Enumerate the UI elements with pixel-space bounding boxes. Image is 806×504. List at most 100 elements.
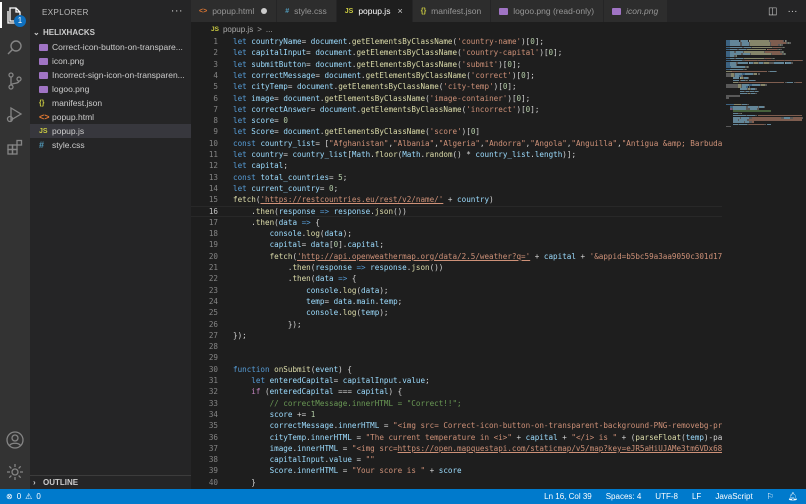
code-line[interactable]: .then(response => response.json()) [233,206,722,217]
tab-label: manifest.json [431,6,482,16]
more-actions-icon[interactable]: ··· [171,5,183,17]
tab-icon-png[interactable]: icon.png [604,0,669,22]
feedback-icon[interactable]: ⚐ [767,492,774,501]
code-line[interactable]: }); [233,319,722,330]
code-token: cityTemp [251,82,288,92]
code-line[interactable]: let correctAnswer= document.getElementsB… [233,104,722,115]
close-icon[interactable]: × [397,6,402,16]
split-editor-icon[interactable]: ◫ [768,6,777,17]
code-line[interactable]: console.log(data); [233,228,722,239]
tab-popup-html[interactable]: <> popup.html [191,0,278,22]
account-icon[interactable] [5,430,25,450]
explorer-header: EXPLORER ··· [30,0,191,24]
end-of-line[interactable]: LF [692,492,701,501]
code-line[interactable] [233,352,722,363]
extensions-icon[interactable] [5,137,25,157]
encoding[interactable]: UTF-8 [655,492,678,501]
tab-label: logoo.png (read-only) [513,6,595,16]
tab-manifest-json[interactable]: {} manifest.json [412,0,492,22]
code-token: correctMessage [251,70,316,80]
unsaved-dot-icon[interactable] [261,8,268,14]
code-line[interactable]: fetch('http://api.openweathermap.org/dat… [233,251,722,262]
code-token: }); [233,330,247,340]
code-token: then [292,274,311,284]
code-line[interactable]: correctMessage.innerHTML = "<img src= Co… [233,420,722,431]
code-line[interactable]: }); [233,330,722,341]
line-number: 17 [208,217,218,227]
outline-section[interactable]: › OUTLINE [30,475,191,489]
file-item[interactable]: {} manifest.json [30,96,191,110]
code-line[interactable]: fetch('https://restcountries.eu/rest/v2/… [233,194,722,205]
code-line[interactable]: .then(response => response.json()) [233,262,722,273]
language-mode[interactable]: JavaScript [715,492,752,501]
line-number: 16 [208,206,218,216]
code-line[interactable]: let capitalInput= document.getElementsBy… [233,47,722,58]
file-item[interactable]: icon.png [30,54,191,68]
folder-helixhacks[interactable]: ⌄ HELIXHACKS [30,24,191,40]
file-item[interactable]: logoo.png [30,82,191,96]
code-line[interactable]: .then(data => { [233,273,722,284]
image-file-icon [39,71,48,79]
code-token: . [233,206,256,216]
code-line[interactable]: function onSubmit(event) { [233,364,722,375]
code-line[interactable]: let submitButton= document.getElementsBy… [233,59,722,70]
code-line[interactable]: const country_list= ["Afghanistan","Alba… [233,138,722,149]
notifications-icon[interactable]: 🔔︎ [788,492,798,501]
code-line[interactable]: let capital; [233,160,722,171]
minimap[interactable] [722,36,806,489]
code-line[interactable]: // correctMessage.innerHTML = "Correct!!… [233,398,722,409]
tab-popup-js[interactable]: JS popup.js × [336,0,413,22]
minimap-mark [758,119,802,121]
file-item[interactable]: JS popup.js [30,124,191,138]
code-line[interactable]: Score.innerHTML = "Your score is " + sco… [233,465,722,476]
code-line[interactable]: let current_country= 0; [233,183,722,194]
file-item[interactable]: <> popup.html [30,110,191,124]
code-token: )[ [461,127,471,137]
code-line[interactable]: const total_countries= 5; [233,172,722,183]
code-line[interactable]: let cityTemp= document.getElementsByClas… [233,81,722,92]
code-line[interactable]: console.log(temp); [233,307,722,318]
file-item[interactable]: Correct-icon-button-on-transpare... [30,40,191,54]
tab-style-css[interactable]: # style.css [277,0,337,22]
code-line[interactable]: score += 1 [233,409,722,420]
code-line[interactable]: } [233,477,722,488]
explorer-title: EXPLORER [42,7,89,17]
file-item[interactable]: # style.css [30,138,191,152]
code-line[interactable] [233,341,722,352]
code-line[interactable]: let correctMessage= document.getElements… [233,70,722,81]
code-token: response [278,206,316,216]
run-debug-icon[interactable] [5,104,25,124]
settings-gear-icon[interactable] [5,462,25,482]
code-line[interactable]: .then(data => { [233,217,722,228]
code-line[interactable]: let Score= document.getElementsByClassNa… [233,126,722,137]
code-line[interactable]: image.innerHTML = "<img src=https://open… [233,443,722,454]
search-icon[interactable] [5,38,25,58]
problems-indicator[interactable]: ⊗ 0 ⚠ 0 [0,492,41,501]
code-token: 'incorrect' [466,104,517,114]
file-item[interactable]: Incorrect-sign-icon-on-transparen... [30,68,191,82]
code-line[interactable]: if (enteredCapital === capital) { [233,386,722,397]
code-line[interactable]: capital= data[0].capital; [233,239,722,250]
code-line[interactable]: capitalInput.value = "" [233,454,722,465]
tab-logoo-png[interactable]: logoo.png (read-only) [491,0,605,22]
code-line[interactable]: let enteredCapital= capitalInput.value; [233,375,722,386]
source-control-icon[interactable] [5,71,25,91]
code-line[interactable]: let image= document.getElementsByClassNa… [233,93,722,104]
cursor-position[interactable]: Ln 16, Col 39 [544,492,592,501]
code-line[interactable]: console.log(data); [233,285,722,296]
code-line[interactable]: let countryName= document.getElementsByC… [233,36,722,47]
more-actions-icon[interactable]: ··· [787,6,797,17]
code-line[interactable]: let country= country_list[Math.floor(Mat… [233,149,722,160]
breadcrumb-file[interactable]: popup.js [223,25,253,34]
code-line[interactable]: temp= data.main.temp; [233,296,722,307]
code-token: getElementsByClassName [356,48,458,58]
breadcrumb-rest[interactable]: ... [266,25,273,34]
code-token: = [329,172,339,182]
code-line[interactable]: let score= 0 [233,115,722,126]
indentation[interactable]: Spaces: 4 [606,492,642,501]
file-type-icon: JS [344,7,354,15]
code-line[interactable]: cityTemp.innerHTML = "The current temper… [233,432,722,443]
code-editor[interactable]: 1 let countryName= document.getElementsBy… [191,36,722,489]
code-token: ]; [507,82,517,92]
